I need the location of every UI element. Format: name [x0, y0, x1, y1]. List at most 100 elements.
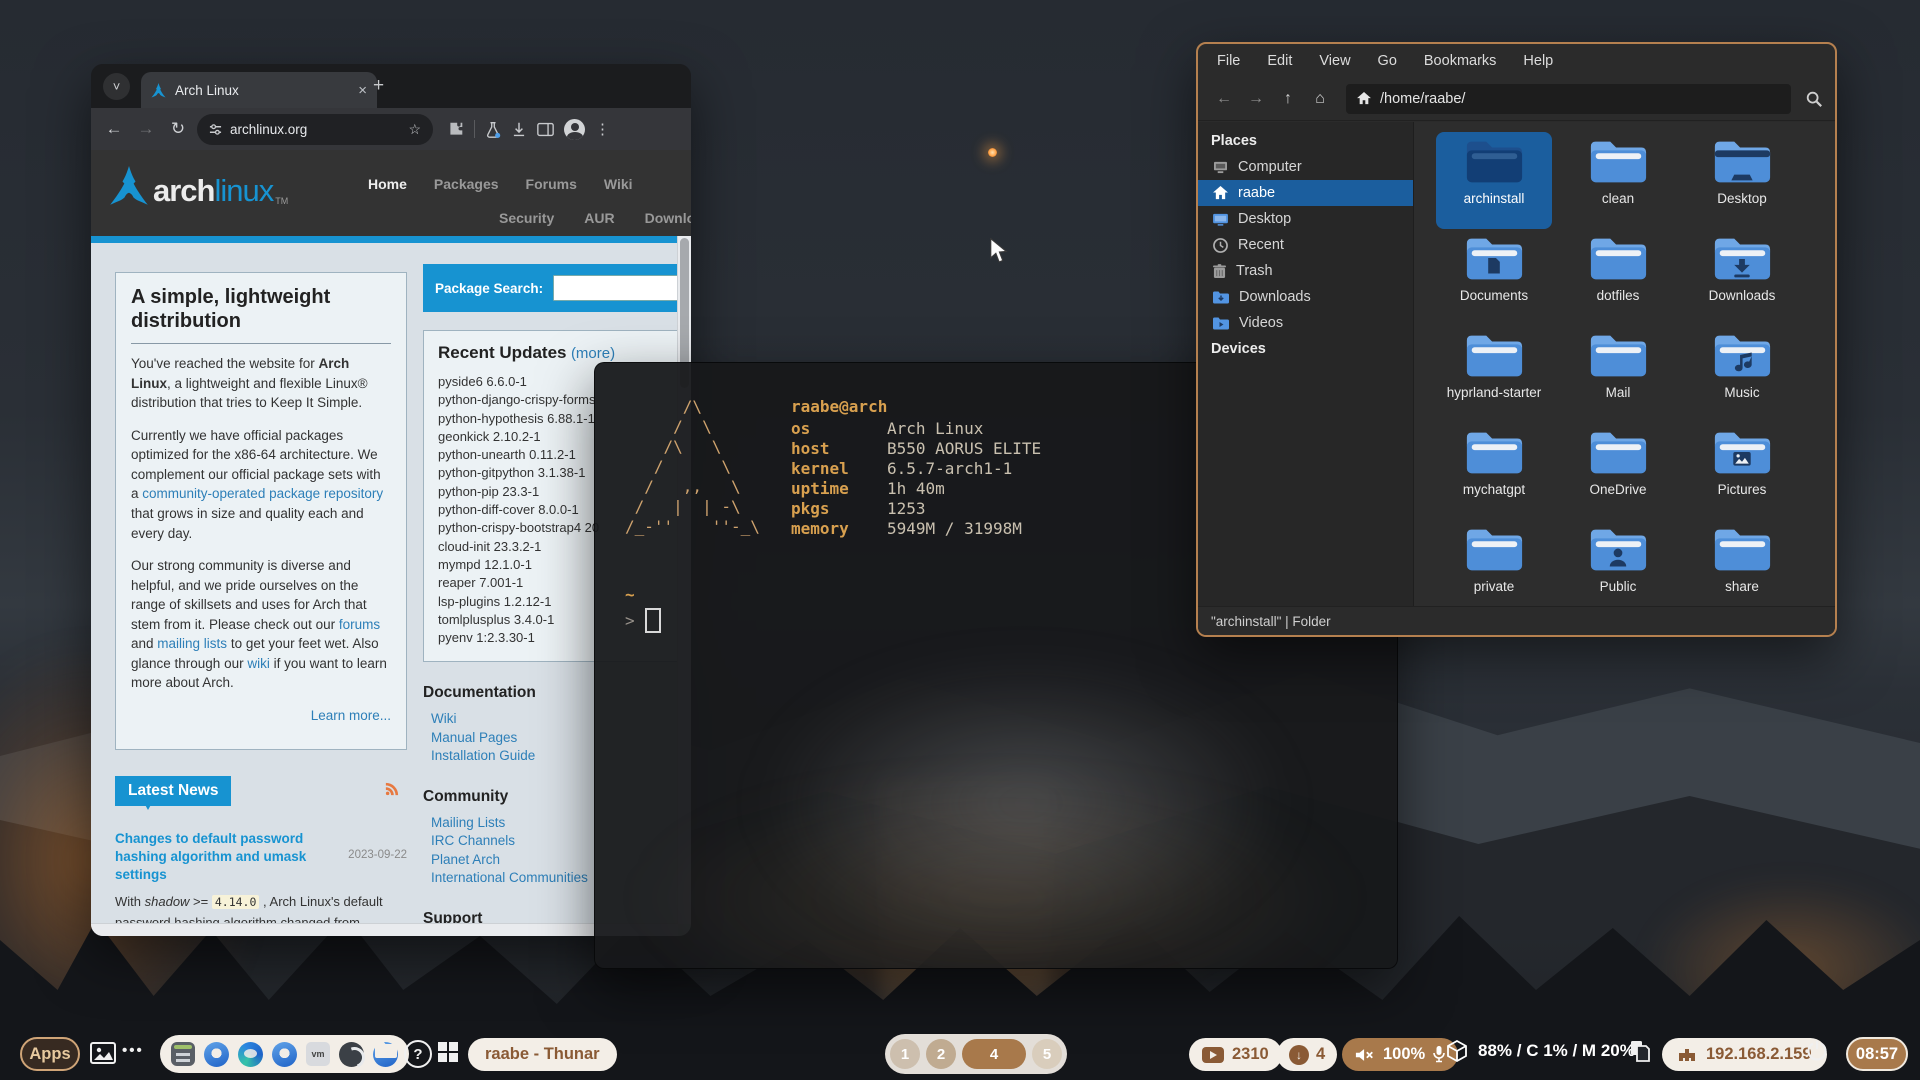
- menu-file[interactable]: File: [1217, 53, 1240, 69]
- apps-button[interactable]: Apps: [20, 1037, 80, 1071]
- clipboard-icon[interactable]: [1630, 1040, 1650, 1062]
- menu-help[interactable]: Help: [1523, 53, 1553, 69]
- workspace-1[interactable]: 1: [890, 1039, 920, 1069]
- file-archinstall[interactable]: archinstall: [1436, 132, 1552, 229]
- file-clean[interactable]: clean: [1560, 132, 1676, 229]
- nav-forums[interactable]: Forums: [526, 176, 577, 192]
- fm-up-icon[interactable]: ↑: [1274, 90, 1302, 108]
- doc-manual-pages-link[interactable]: Manual Pages: [431, 730, 517, 745]
- archive-manager-icon[interactable]: [171, 1042, 195, 1066]
- more-link[interactable]: (more): [571, 345, 615, 362]
- workspace-2[interactable]: 2: [926, 1039, 956, 1069]
- sidebar-item-trash[interactable]: Trash: [1198, 258, 1413, 284]
- horizontal-scrollbar[interactable]: [91, 923, 678, 936]
- prompt-line[interactable]: >: [625, 608, 661, 633]
- file-dotfiles[interactable]: dotfiles: [1560, 229, 1676, 326]
- workspace-4-active[interactable]: 4: [962, 1039, 1026, 1069]
- nav-security[interactable]: Security: [499, 210, 554, 226]
- file-manager-launcher-icon[interactable]: [374, 1040, 398, 1059]
- mailing-lists-link[interactable]: Mailing Lists: [431, 815, 505, 830]
- clock-widget[interactable]: 08:57: [1846, 1037, 1908, 1071]
- system-stats[interactable]: 88% / C 1% / M 20%: [1446, 1040, 1635, 1062]
- sidebar-item-videos[interactable]: Videos: [1198, 310, 1413, 336]
- fm-forward-icon[interactable]: →: [1242, 90, 1270, 108]
- opera-icon[interactable]: [204, 1041, 229, 1067]
- menu-go[interactable]: Go: [1378, 53, 1397, 69]
- vmware-icon[interactable]: vm: [306, 1042, 330, 1066]
- nav-wiki[interactable]: Wiki: [604, 176, 633, 192]
- volume-widget[interactable]: 100%: [1342, 1038, 1459, 1071]
- menu-view[interactable]: View: [1319, 53, 1350, 69]
- planet-arch-link[interactable]: Planet Arch: [431, 852, 500, 867]
- menu-edit[interactable]: Edit: [1267, 53, 1292, 69]
- file-mail[interactable]: Mail: [1560, 326, 1676, 423]
- nav-aur[interactable]: AUR: [584, 210, 614, 226]
- more-apps-icon[interactable]: •••: [122, 1042, 144, 1059]
- browser-tab[interactable]: Arch Linux ×: [141, 72, 377, 108]
- sidebar-item-downloads[interactable]: Downloads: [1198, 284, 1413, 310]
- menu-kebab-icon[interactable]: ⋮: [595, 120, 610, 138]
- file-music[interactable]: Music: [1684, 326, 1800, 423]
- tab-close-icon[interactable]: ×: [358, 82, 367, 99]
- file-hyprland-starter[interactable]: hyprland-starter: [1436, 326, 1552, 423]
- bookmark-star-icon[interactable]: ☆: [408, 121, 421, 138]
- help-icon[interactable]: ?: [404, 1040, 432, 1068]
- package-search-input[interactable]: [553, 275, 680, 301]
- url-bar[interactable]: archlinux.org ☆: [197, 113, 433, 145]
- site-settings-icon[interactable]: [209, 123, 222, 136]
- forums-link[interactable]: forums: [339, 617, 380, 632]
- opera-beta-icon[interactable]: [272, 1041, 297, 1067]
- youtube-widget[interactable]: 2310: [1189, 1038, 1282, 1071]
- flask-icon[interactable]: [485, 121, 501, 138]
- side-panel-icon[interactable]: [537, 122, 554, 137]
- nav-packages[interactable]: Packages: [434, 176, 499, 192]
- updates-widget[interactable]: ↓ 4: [1277, 1038, 1338, 1071]
- news-title-link[interactable]: Changes to default password hashing algo…: [115, 830, 333, 885]
- file-downloads[interactable]: Downloads: [1684, 229, 1800, 326]
- sidebar-item-raabe[interactable]: raabe: [1198, 180, 1413, 206]
- windows-logo-icon[interactable]: [438, 1042, 458, 1062]
- file-documents[interactable]: Documents: [1436, 229, 1552, 326]
- tab-search-chevron-icon[interactable]: ˅: [103, 73, 130, 100]
- active-window-button[interactable]: raabe - Thunar: [468, 1038, 617, 1071]
- menu-bookmarks[interactable]: Bookmarks: [1424, 53, 1497, 69]
- path-bar[interactable]: /home/raabe/: [1346, 83, 1791, 114]
- sidebar-item-computer[interactable]: Computer: [1198, 154, 1413, 180]
- obs-studio-icon[interactable]: [339, 1041, 364, 1067]
- file-share[interactable]: share: [1684, 520, 1800, 617]
- rss-icon[interactable]: [385, 782, 399, 796]
- nav-home[interactable]: Home: [368, 176, 407, 192]
- network-widget[interactable]: 192.168.2.159: [1662, 1038, 1827, 1071]
- sidebar-item-recent[interactable]: Recent: [1198, 232, 1413, 258]
- new-tab-button[interactable]: +: [373, 76, 384, 95]
- file-desktop[interactable]: Desktop: [1684, 132, 1800, 229]
- irc-channels-link[interactable]: IRC Channels: [431, 833, 515, 848]
- fm-home-icon[interactable]: ⌂: [1306, 90, 1334, 108]
- back-icon[interactable]: ←: [101, 119, 127, 139]
- forward-icon[interactable]: →: [133, 119, 159, 139]
- power-icon[interactable]: [1806, 1040, 1828, 1062]
- search-icon[interactable]: [1805, 90, 1823, 108]
- mailing-lists-link[interactable]: mailing lists: [157, 636, 227, 651]
- sidebar-item-desktop[interactable]: Desktop: [1198, 206, 1413, 232]
- profile-avatar-icon[interactable]: [564, 118, 585, 140]
- download-icon[interactable]: [511, 121, 527, 138]
- file-public[interactable]: Public: [1560, 520, 1676, 617]
- doc-wiki-link[interactable]: Wiki: [431, 711, 457, 726]
- intl-communities-link[interactable]: International Communities: [431, 870, 588, 885]
- wallpaper-picker-icon[interactable]: [90, 1042, 116, 1064]
- workspace-5[interactable]: 5: [1032, 1039, 1062, 1069]
- fm-back-icon[interactable]: ←: [1210, 90, 1238, 108]
- edge-browser-icon[interactable]: [238, 1041, 263, 1067]
- reload-icon[interactable]: ↻: [165, 119, 191, 139]
- archlinux-logo[interactable]: arch linux TM: [109, 166, 288, 206]
- file-private[interactable]: private: [1436, 520, 1552, 617]
- wiki-link[interactable]: wiki: [247, 656, 270, 671]
- doc-install-guide-link[interactable]: Installation Guide: [431, 748, 535, 763]
- file-onedrive[interactable]: OneDrive: [1560, 423, 1676, 520]
- extensions-icon[interactable]: [447, 121, 464, 138]
- nav-download[interactable]: Download: [645, 210, 691, 226]
- repository-link[interactable]: community-operated package repository: [142, 486, 383, 501]
- file-mychatgpt[interactable]: mychatgpt: [1436, 423, 1552, 520]
- file-pictures[interactable]: Pictures: [1684, 423, 1800, 520]
